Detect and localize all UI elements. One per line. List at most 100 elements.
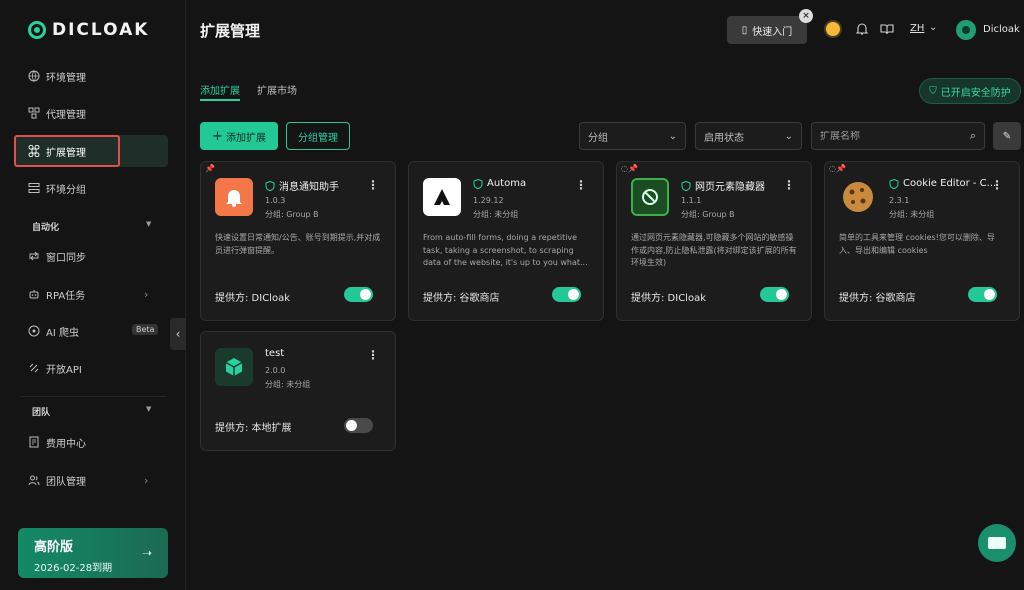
extension-card[interactable]: 📌 消息通知助手 ⋮ 1.0.3 分组: Group B 快速设置日常通知/公告… bbox=[200, 161, 396, 321]
ai-icon bbox=[28, 325, 40, 337]
sidebar-item-environment[interactable]: 环境管理 bbox=[28, 66, 86, 86]
card-group: 分组: 未分组 bbox=[473, 210, 519, 219]
book-open-icon[interactable] bbox=[880, 22, 894, 36]
card-title: 网页元素隐藏器 bbox=[695, 182, 765, 193]
chevron-down-icon[interactable]: ⌄ bbox=[929, 22, 937, 33]
users-icon bbox=[28, 474, 40, 486]
quick-start-button[interactable]: ▯ 快速入门 bbox=[727, 16, 807, 44]
shield-icon bbox=[889, 178, 899, 189]
enable-toggle[interactable] bbox=[760, 287, 789, 302]
card-group: 分组: Group B bbox=[265, 210, 319, 219]
toggle-knob bbox=[776, 289, 787, 300]
logo[interactable]: DICLOAK bbox=[28, 20, 149, 40]
shield-check-icon: ⛉ bbox=[929, 85, 937, 97]
extension-card[interactable]: ◌📌 网页元素隐藏器 ⋮ 1.1.1 分组: Group B 通过网页元素隐藏器… bbox=[616, 161, 812, 321]
sidebar-item-label: RPA任务 bbox=[46, 290, 86, 302]
sidebar-item-rpa[interactable]: RPA任务 bbox=[28, 284, 85, 304]
brush-icon: ✎ bbox=[1002, 130, 1012, 142]
caret-down-icon[interactable]: ▼ bbox=[146, 405, 151, 413]
section-automation[interactable]: 自动化 bbox=[32, 220, 59, 233]
shield-icon bbox=[681, 180, 691, 191]
language-selector[interactable]: ZH bbox=[910, 23, 924, 34]
group-filter-value: 分组 bbox=[588, 132, 608, 144]
sidebar-item-label: 费用中心 bbox=[46, 438, 86, 450]
status-filter-select[interactable]: 启用状态 ⌄ bbox=[695, 122, 802, 150]
sidebar-item-extensions[interactable]: 扩展管理 bbox=[28, 141, 86, 161]
extension-card[interactable]: test ⋮ 2.0.0 分组: 未分组 提供方: 本地扩展 bbox=[200, 331, 396, 451]
card-description: From auto-fill forms, doing a repetitive… bbox=[423, 233, 588, 267]
logo-text: DICLOAK bbox=[52, 20, 150, 40]
extension-card[interactable]: Automa ⋮ 1.29.12 分组: 未分组 From auto-fill … bbox=[408, 161, 604, 321]
hide-element-icon bbox=[631, 178, 669, 216]
bell-icon[interactable] bbox=[855, 22, 869, 36]
shield-icon bbox=[265, 180, 275, 191]
toggle-knob bbox=[360, 289, 371, 300]
search-input[interactable] bbox=[820, 130, 970, 142]
globe-icon bbox=[28, 70, 40, 82]
clean-button[interactable]: ✎ bbox=[993, 122, 1021, 150]
plan-card[interactable]: 高阶版 2026-02-28到期 ➝ bbox=[18, 528, 168, 578]
enable-toggle[interactable] bbox=[344, 287, 373, 302]
card-title-row: test bbox=[265, 348, 375, 359]
bell-icon bbox=[215, 178, 253, 216]
beta-badge: Beta bbox=[132, 324, 159, 335]
security-status-badge[interactable]: ⛉ 已开启安全防护 bbox=[919, 78, 1021, 104]
caret-down-icon[interactable]: ▼ bbox=[146, 220, 151, 228]
sidebar-item-label: 窗口同步 bbox=[46, 252, 86, 264]
group-manage-button[interactable]: 分组管理 bbox=[286, 122, 350, 150]
enable-toggle[interactable] bbox=[344, 418, 373, 433]
divider bbox=[20, 396, 166, 397]
card-description: 快速设置日常通知/公告、账号到期提示,并对成员进行弹窗提醒。 bbox=[215, 233, 381, 255]
robot-icon bbox=[28, 288, 40, 300]
more-icon[interactable]: ⋮ bbox=[575, 178, 587, 192]
avatar[interactable] bbox=[956, 20, 976, 40]
hidden-pin-icon[interactable]: ◌📌 bbox=[829, 164, 846, 173]
close-icon[interactable]: × bbox=[799, 9, 813, 23]
more-icon[interactable]: ⋮ bbox=[367, 178, 379, 192]
card-title: test bbox=[265, 348, 285, 359]
card-title: Automa bbox=[487, 178, 527, 189]
theme-toggle-icon[interactable] bbox=[826, 22, 840, 36]
search-box[interactable]: ⌕ bbox=[811, 122, 985, 150]
chevron-down-icon: ⌄ bbox=[668, 130, 677, 142]
user-name[interactable]: Dicloak bbox=[983, 24, 1024, 35]
more-icon[interactable]: ⋮ bbox=[991, 178, 1003, 192]
enable-toggle[interactable] bbox=[552, 287, 581, 302]
layers-icon bbox=[28, 182, 40, 194]
chat-support-button[interactable] bbox=[978, 524, 1016, 562]
tab-extension-market[interactable]: 扩展市场 bbox=[257, 82, 297, 97]
chat-icon bbox=[988, 537, 1006, 549]
hidden-pin-icon[interactable]: ◌📌 bbox=[621, 164, 638, 173]
sidebar-item-billing[interactable]: 费用中心 bbox=[28, 432, 86, 452]
card-provider: 提供方: 本地扩展 bbox=[215, 423, 292, 434]
section-team[interactable]: 团队 bbox=[32, 405, 50, 418]
card-version: 1.1.1 bbox=[681, 196, 702, 205]
tab-add-extension[interactable]: 添加扩展 bbox=[200, 82, 240, 97]
sidebar: DICLOAK 环境管理 代理管理 扩展管理 环境分组 自动化 ▼ 窗口同步 R… bbox=[0, 0, 186, 590]
chevron-right-icon[interactable]: › bbox=[144, 288, 148, 301]
sidebar-item-team[interactable]: 团队管理 bbox=[28, 470, 86, 490]
sidebar-item-ai-crawler[interactable]: AI 爬虫 bbox=[28, 321, 79, 341]
collapse-sidebar-button[interactable]: ‹ bbox=[170, 318, 186, 350]
enable-toggle[interactable] bbox=[968, 287, 997, 302]
group-filter-select[interactable]: 分组 ⌄ bbox=[579, 122, 686, 150]
sidebar-item-env-groups[interactable]: 环境分组 bbox=[28, 178, 86, 198]
pin-icon[interactable]: 📌 bbox=[205, 164, 215, 173]
card-version: 2.3.1 bbox=[889, 196, 910, 205]
card-title-row: 网页元素隐藏器 bbox=[681, 178, 791, 193]
add-extension-button[interactable]: + 添加扩展 bbox=[200, 122, 278, 150]
sidebar-item-window-sync[interactable]: 窗口同步 bbox=[28, 246, 86, 266]
more-icon[interactable]: ⋮ bbox=[367, 348, 379, 362]
search-icon[interactable]: ⌕ bbox=[970, 129, 976, 143]
sidebar-item-open-api[interactable]: 开放API bbox=[28, 358, 82, 378]
more-icon[interactable]: ⋮ bbox=[783, 178, 795, 192]
add-extension-label: 添加扩展 bbox=[225, 132, 266, 144]
api-icon bbox=[28, 362, 40, 374]
page-title: 扩展管理 bbox=[200, 22, 261, 40]
extension-card[interactable]: ◌📌 Cookie Editor - C... ⋮ 2.3.1 分组: 未分组 … bbox=[824, 161, 1020, 321]
cube-icon bbox=[215, 348, 253, 386]
card-group: 分组: 未分组 bbox=[889, 210, 935, 219]
sidebar-item-proxy[interactable]: 代理管理 bbox=[28, 103, 86, 123]
chevron-right-icon[interactable]: › bbox=[144, 474, 148, 487]
cookie-icon bbox=[839, 178, 877, 216]
